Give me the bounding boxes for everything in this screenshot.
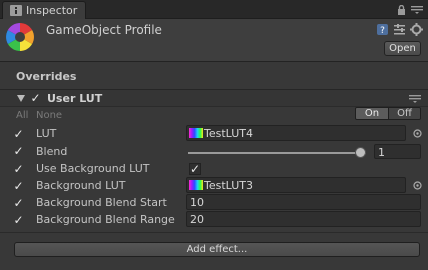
lut-value: TestLUT4 — [204, 127, 254, 140]
effect-header-user-lut[interactable]: ✓ User LUT — [0, 89, 428, 107]
bg-lut-value: TestLUT3 — [204, 179, 254, 192]
blend-override-checkbox[interactable]: ✓ — [13, 145, 24, 157]
use-bg-lut-label: Use Background LUT — [36, 162, 150, 175]
add-effect-button[interactable]: Add effect... — [14, 242, 420, 257]
use-bg-lut-override-checkbox[interactable]: ✓ — [13, 163, 24, 175]
object-picker-icon[interactable] — [413, 129, 422, 138]
effect-menu-icon[interactable] — [409, 95, 421, 103]
bg-blend-range-override-checkbox[interactable]: ✓ — [13, 214, 24, 226]
gear-icon[interactable] — [410, 23, 423, 36]
object-title: GameObject Profile — [46, 23, 162, 37]
bg-blend-range-value: 20 — [190, 213, 204, 226]
menu-icon[interactable] — [411, 6, 423, 14]
blend-slider-track[interactable] — [188, 152, 366, 154]
lock-icon[interactable] — [397, 5, 406, 15]
bg-lut-override-checkbox[interactable]: ✓ — [13, 180, 24, 192]
blend-slider-knob[interactable] — [355, 147, 366, 158]
lut-label: LUT — [36, 127, 57, 140]
info-icon — [10, 5, 22, 16]
lut-field[interactable]: TestLUT4 — [186, 125, 406, 141]
bg-lut-label: Background LUT — [36, 179, 126, 192]
object-picker-icon[interactable] — [413, 181, 422, 190]
tab-bar: Inspector — [0, 0, 428, 19]
bg-blend-range-label: Background Blend Range — [36, 213, 175, 226]
off-button[interactable]: Off — [388, 108, 420, 119]
use-bg-lut-checkbox[interactable]: ✓ — [189, 163, 201, 175]
divider — [0, 232, 428, 233]
lut-thumbnail — [189, 128, 203, 138]
bg-blend-start-override-checkbox[interactable]: ✓ — [13, 197, 24, 209]
on-button[interactable]: On — [356, 108, 388, 119]
overrides-title: Overrides — [16, 70, 77, 83]
bg-lut-thumbnail — [189, 180, 203, 190]
help-icon[interactable]: ? — [377, 24, 388, 35]
open-button[interactable]: Open — [384, 41, 421, 56]
bg-blend-start-field[interactable]: 10 — [186, 194, 421, 210]
bg-blend-start-value: 10 — [190, 196, 204, 209]
blend-value-field[interactable]: 1 — [374, 144, 421, 159]
bg-blend-range-field[interactable]: 20 — [186, 211, 421, 227]
preset-icon[interactable] — [394, 24, 405, 35]
tab-inspector[interactable]: Inspector — [2, 1, 86, 19]
blend-label: Blend — [36, 145, 68, 158]
on-off-toggle: On Off — [355, 107, 421, 120]
effect-name: User LUT — [47, 92, 103, 105]
bg-lut-field[interactable]: TestLUT3 — [186, 177, 406, 193]
effect-enable-checkbox[interactable]: ✓ — [30, 92, 41, 104]
svg-text:?: ? — [380, 26, 385, 35]
tab-label: Inspector — [26, 4, 78, 17]
blend-value: 1 — [378, 146, 385, 159]
bg-blend-start-label: Background Blend Start — [36, 196, 167, 209]
foldout-arrow-icon[interactable] — [17, 95, 25, 102]
profile-aperture-icon — [6, 23, 34, 51]
lut-override-checkbox[interactable]: ✓ — [13, 128, 24, 140]
inspector-header: GameObject Profile ? Open — [0, 19, 428, 62]
none-button[interactable]: None — [36, 110, 62, 121]
all-button[interactable]: All — [16, 110, 28, 121]
